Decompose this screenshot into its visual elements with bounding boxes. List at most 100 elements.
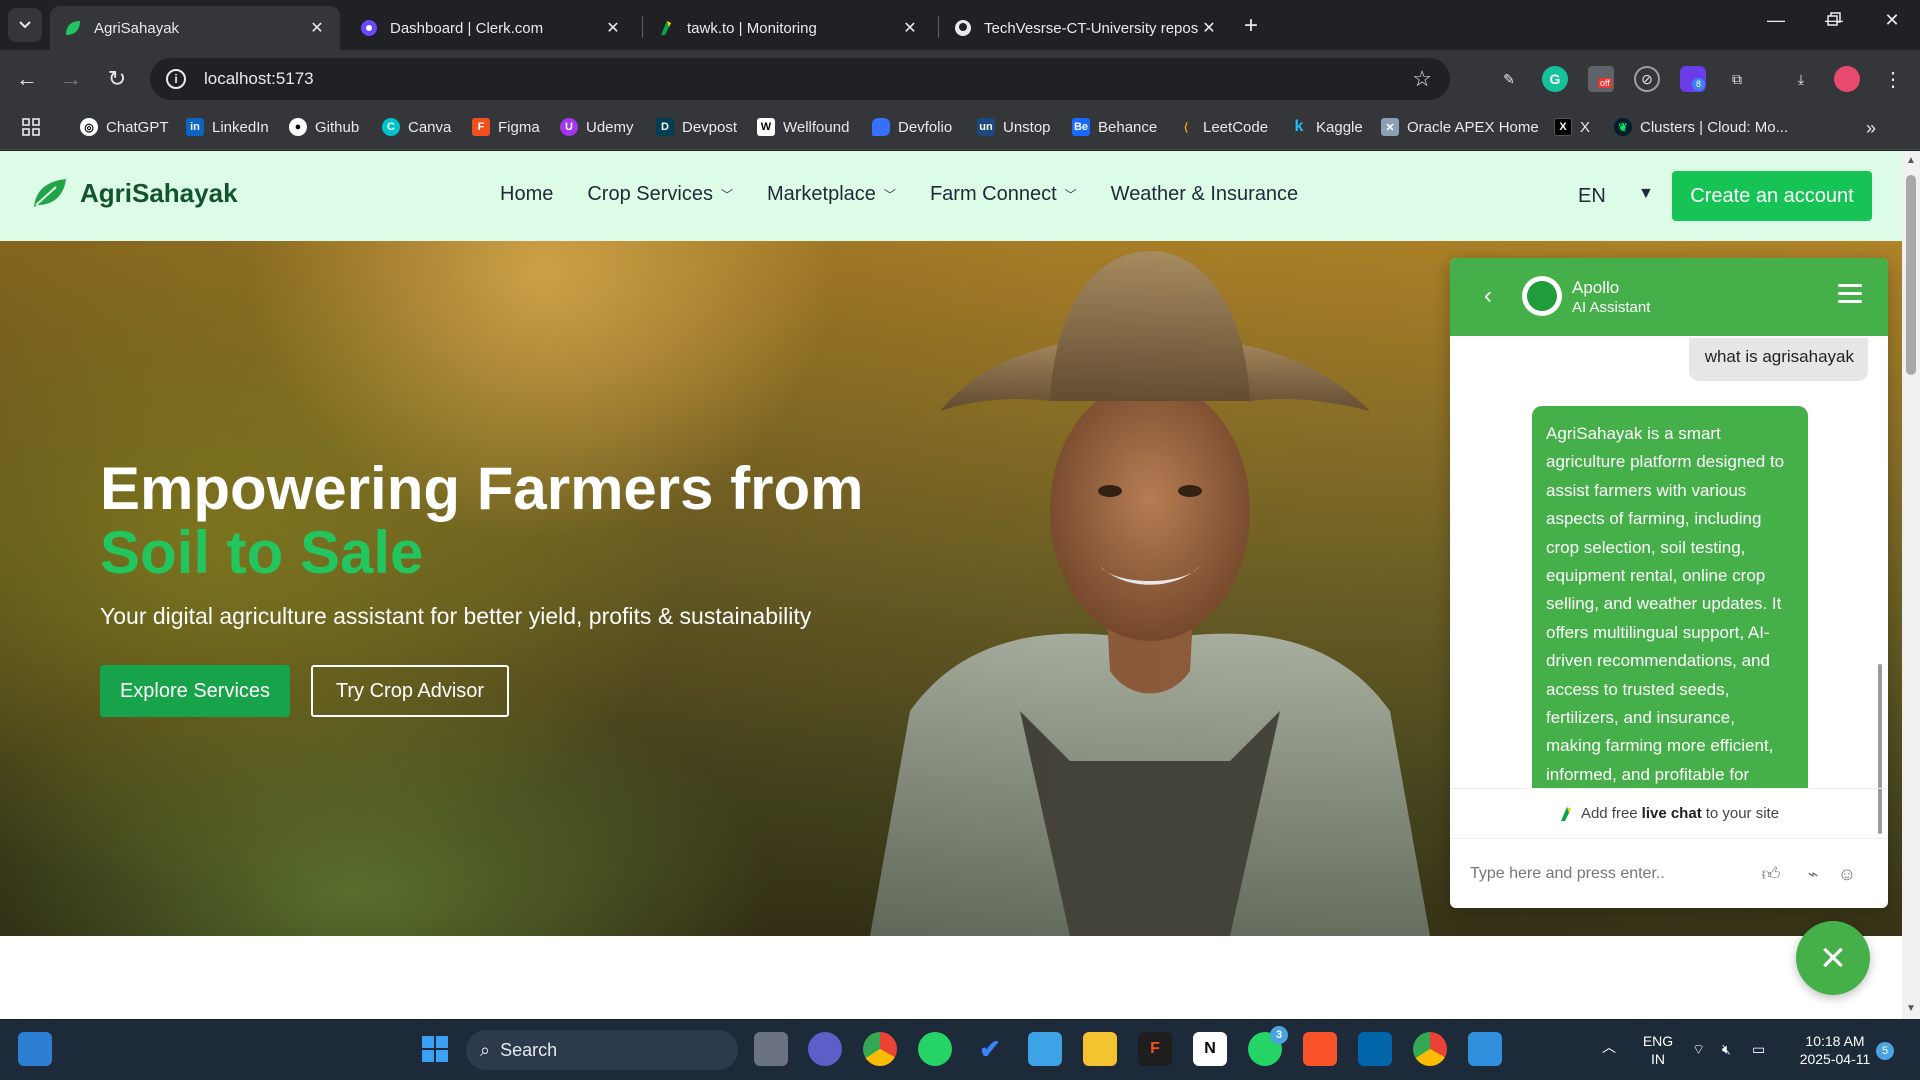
- bookmark-devfolio[interactable]: Devfolio: [872, 118, 952, 136]
- photos-icon[interactable]: [1468, 1032, 1502, 1066]
- explore-services-button[interactable]: Explore Services: [100, 665, 290, 717]
- bookmark-github[interactable]: ● Github: [289, 118, 359, 136]
- close-tab-icon[interactable]: ✕: [308, 18, 326, 38]
- nav-weather-insurance[interactable]: Weather & Insurance: [1111, 183, 1299, 206]
- downloads-icon[interactable]: ⤓: [1788, 66, 1814, 92]
- scroll-up-icon[interactable]: ▲: [1906, 155, 1916, 166]
- chat-branding-link[interactable]: Add free live chat to your site: [1450, 788, 1888, 838]
- figma-icon[interactable]: F: [1138, 1032, 1172, 1066]
- figma-icon: F: [472, 118, 490, 136]
- clerk-icon: [360, 19, 378, 37]
- grammarly-extension-icon[interactable]: G: [1542, 66, 1568, 92]
- chat-message-input[interactable]: Type here and press enter.. 👍︎ ⌁ ☺: [1450, 838, 1888, 908]
- blocked-extension-icon[interactable]: ⊘: [1634, 66, 1660, 92]
- bookmark-canva[interactable]: C Canva: [382, 118, 451, 136]
- recorder-extension-icon[interactable]: off: [1588, 66, 1614, 92]
- try-crop-advisor-button[interactable]: Try Crop Advisor: [311, 665, 509, 717]
- nav-home[interactable]: Home: [500, 183, 553, 206]
- clock[interactable]: 10:18 AM 2025-04-11: [1790, 1032, 1880, 1068]
- wifi-icon[interactable]: ⌔: [1692, 1040, 1705, 1058]
- volume-muted-icon[interactable]: 🔇︎: [1722, 1040, 1731, 1058]
- back-button[interactable]: ←: [12, 64, 42, 94]
- nav-crop-services[interactable]: Crop Services ﹀: [587, 183, 733, 206]
- bookmark-oracle-apex[interactable]: ✕ Oracle APEX Home: [1381, 118, 1539, 136]
- thumbs-up-icon[interactable]: 👍︎: [1760, 863, 1782, 885]
- bookmark-kaggle[interactable]: k Kaggle: [1290, 118, 1363, 136]
- bookmark-mongodb-clusters[interactable]: ❦ Clusters | Cloud: Mo...: [1614, 118, 1788, 136]
- widgets-icon[interactable]: [18, 1032, 52, 1066]
- search-label: Search: [500, 1039, 558, 1060]
- input-language[interactable]: ENG IN: [1638, 1032, 1678, 1068]
- battery-icon[interactable]: ▭: [1752, 1040, 1765, 1058]
- whatsapp-business-icon[interactable]: 3: [1248, 1026, 1288, 1066]
- bookmark-linkedin[interactable]: in LinkedIn: [186, 118, 269, 136]
- tab-clerk[interactable]: Dashboard | Clerk.com ✕: [346, 6, 636, 50]
- todo-check-icon[interactable]: ✔: [973, 1032, 1007, 1066]
- create-account-button[interactable]: Create an account: [1672, 171, 1872, 221]
- chevron-left-icon[interactable]: ‹: [1484, 282, 1492, 310]
- file-explorer-icon[interactable]: [1083, 1032, 1117, 1066]
- forward-button[interactable]: →: [56, 64, 86, 94]
- attachment-icon[interactable]: ⌁: [1802, 863, 1824, 885]
- chrome-icon[interactable]: [863, 1032, 897, 1066]
- profile-avatar[interactable]: [1834, 66, 1860, 92]
- close-chat-button[interactable]: ×: [1796, 921, 1870, 995]
- brave-icon[interactable]: [1303, 1032, 1337, 1066]
- taskbar-search[interactable]: ⌕ Search: [466, 1030, 738, 1070]
- apps-grid-icon[interactable]: [22, 118, 40, 136]
- tab-search-button[interactable]: [8, 8, 42, 42]
- notepad-icon[interactable]: [1028, 1032, 1062, 1066]
- notification-count-badge[interactable]: 5: [1876, 1042, 1894, 1060]
- site-logo[interactable]: AgriSahayak: [32, 177, 238, 209]
- site-info-icon[interactable]: i: [166, 69, 186, 89]
- vscode-icon[interactable]: [1358, 1032, 1392, 1066]
- close-tab-icon[interactable]: ✕: [901, 18, 919, 38]
- chevron-down-icon: [19, 21, 31, 29]
- notification-badge: 3: [1270, 1026, 1288, 1044]
- start-windows-icon[interactable]: [418, 1032, 452, 1066]
- whatsapp-icon[interactable]: [918, 1032, 952, 1066]
- nav-marketplace[interactable]: Marketplace ﹀: [767, 183, 896, 206]
- bookmark-leetcode[interactable]: ⟨ LeetCode: [1177, 118, 1268, 136]
- chrome-active-icon[interactable]: [1413, 1032, 1447, 1066]
- bookmark-x[interactable]: XX: [1554, 118, 1590, 136]
- close-window-button[interactable]: ✕: [1872, 10, 1912, 31]
- emoji-icon[interactable]: ☺: [1836, 863, 1858, 885]
- kebab-menu-icon[interactable]: ⋮: [1880, 66, 1906, 92]
- task-view-icon[interactable]: [754, 1032, 788, 1066]
- bookmark-wellfound[interactable]: W Wellfound: [757, 118, 849, 136]
- bookmark-behance[interactable]: Be Behance: [1072, 118, 1157, 136]
- tab-tawk[interactable]: tawk.to | Monitoring ✕: [643, 6, 933, 50]
- scroll-thumb[interactable]: [1906, 175, 1916, 375]
- caret-down-icon[interactable]: ▼: [1638, 185, 1654, 203]
- bookmark-unstop[interactable]: un Unstop: [977, 118, 1051, 136]
- bookmarks-bar: ◎ ChatGPT in LinkedIn ● Github C Canva F Figm…: [0, 108, 1920, 150]
- notion-icon[interactable]: N: [1193, 1032, 1227, 1066]
- reload-button[interactable]: ↻: [102, 64, 132, 94]
- meet-icon[interactable]: [808, 1032, 842, 1066]
- bookmark-figma[interactable]: F Figma: [472, 118, 540, 136]
- minimize-button[interactable]: —: [1756, 10, 1796, 31]
- close-tab-icon[interactable]: ✕: [604, 18, 622, 38]
- nav-farm-connect[interactable]: Farm Connect ﹀: [930, 183, 1077, 206]
- address-bar[interactable]: i localhost:5173 ☆: [150, 58, 1450, 100]
- bookmark-devpost[interactable]: D Devpost: [656, 118, 737, 136]
- leaf-icon: [64, 19, 82, 37]
- purple-extension-icon[interactable]: 8: [1680, 66, 1706, 92]
- bookmarks-overflow-icon[interactable]: »: [1866, 118, 1876, 139]
- close-tab-icon[interactable]: ✕: [1200, 18, 1218, 38]
- bookmark-star-icon[interactable]: ☆: [1412, 66, 1432, 92]
- language-select[interactable]: EN: [1578, 185, 1606, 208]
- show-hidden-icons[interactable]: ︿: [1602, 1038, 1616, 1056]
- eyedropper-extension-icon[interactable]: ✎: [1496, 66, 1522, 92]
- hamburger-menu-icon[interactable]: [1838, 284, 1862, 308]
- new-tab-button[interactable]: +: [1244, 12, 1258, 40]
- tab-agrisahayak[interactable]: AgriSahayak ✕: [50, 6, 340, 50]
- tab-github[interactable]: TechVesrse-CT-University repos ✕: [940, 6, 1232, 50]
- extensions-puzzle-icon[interactable]: ⧉: [1724, 66, 1750, 92]
- page-scrollbar[interactable]: ▲ ▼: [1902, 151, 1920, 1019]
- scroll-down-icon[interactable]: ▼: [1906, 1003, 1916, 1014]
- bookmark-chatgpt[interactable]: ◎ ChatGPT: [80, 118, 169, 136]
- bookmark-udemy[interactable]: U Udemy: [560, 118, 634, 136]
- restore-button[interactable]: [1814, 10, 1854, 31]
